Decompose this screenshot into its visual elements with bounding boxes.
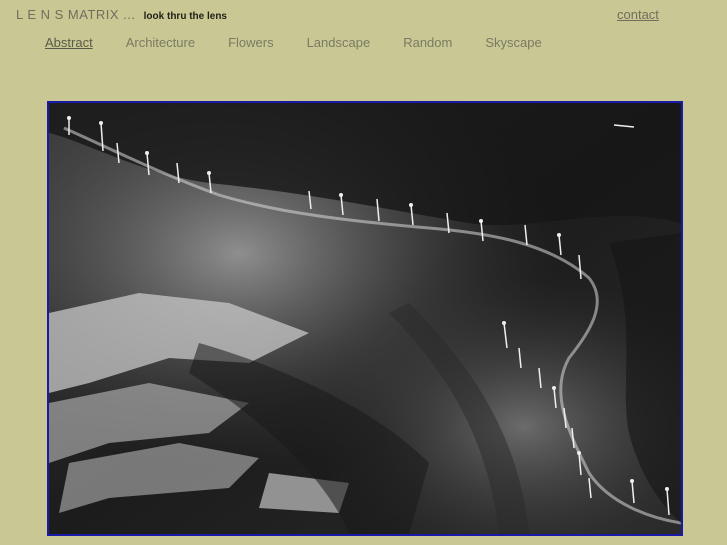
nav-item-flowers[interactable]: Flowers xyxy=(228,35,274,50)
nav-item-abstract[interactable]: Abstract xyxy=(45,35,93,50)
nav-item-random[interactable]: Random xyxy=(403,35,452,50)
category-nav: Abstract Architecture Flowers Landscape … xyxy=(45,35,575,50)
nav-item-skyscape[interactable]: Skyscape xyxy=(485,35,541,50)
photo-wind-turbines-aerial xyxy=(49,103,681,534)
site-header: L E N S MATRIX ... look thru the lens xyxy=(16,7,227,22)
contact-link[interactable]: contact xyxy=(617,7,659,22)
nav-item-landscape[interactable]: Landscape xyxy=(307,35,371,50)
featured-photo[interactable] xyxy=(47,101,683,536)
nav-item-architecture[interactable]: Architecture xyxy=(126,35,195,50)
site-title: L E N S MATRIX ... xyxy=(16,7,136,22)
site-tagline: look thru the lens xyxy=(143,11,227,22)
